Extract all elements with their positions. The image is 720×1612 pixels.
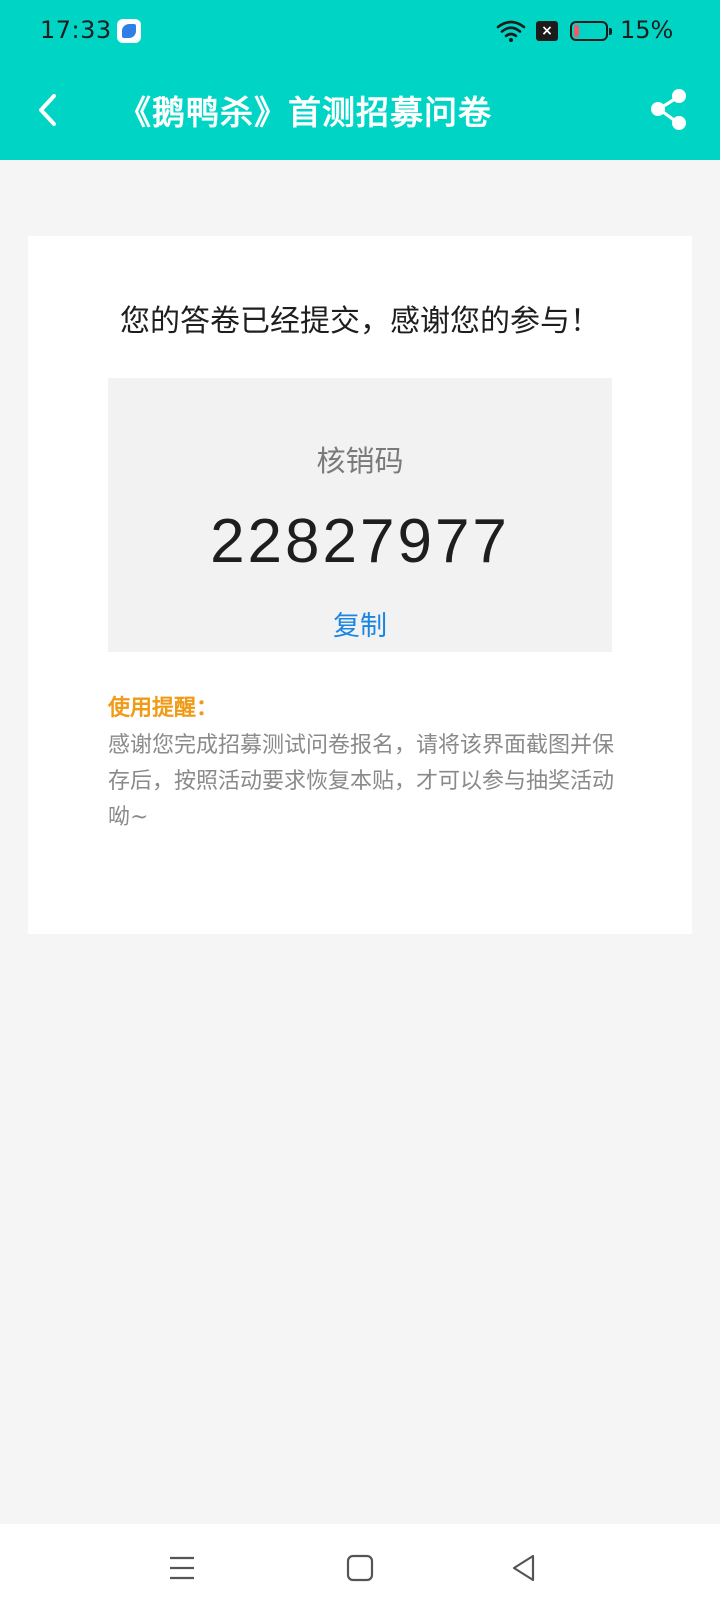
verification-code-box: 核销码 22827977 复制 bbox=[108, 378, 612, 652]
code-value: 22827977 bbox=[210, 507, 510, 576]
share-icon[interactable] bbox=[646, 86, 696, 136]
wifi-icon bbox=[496, 20, 526, 42]
sim-off-icon: × bbox=[536, 21, 558, 41]
app-header-area: 17:33 × 15% 《鹅鸭杀》首测招募问卷 bbox=[0, 0, 720, 160]
reminder-text: 感谢您完成招募测试问卷报名，请将该界面截图并保存后，按照活动要求恢复本贴，才可以… bbox=[108, 733, 615, 830]
status-bar: 17:33 × 15% bbox=[0, 0, 720, 66]
back-triangle-icon[interactable] bbox=[502, 1546, 546, 1590]
back-arrow-icon[interactable] bbox=[24, 80, 74, 140]
app-notification-icon bbox=[117, 19, 141, 43]
submission-card: 您的答卷已经提交，感谢您的参与！ 核销码 22827977 复制 使用提醒： 感… bbox=[28, 236, 692, 934]
success-message: 您的答卷已经提交，感谢您的参与！ bbox=[120, 304, 600, 339]
copy-button[interactable]: 复制 bbox=[310, 604, 410, 643]
battery-level bbox=[574, 25, 579, 37]
code-label: 核销码 bbox=[316, 444, 404, 478]
home-icon[interactable] bbox=[338, 1546, 382, 1590]
nav-bar: 《鹅鸭杀》首测招募问卷 bbox=[0, 66, 720, 160]
battery-icon bbox=[570, 21, 612, 41]
menu-icon[interactable] bbox=[160, 1546, 204, 1590]
page-title: 《鹅鸭杀》首测招募问卷 bbox=[118, 93, 492, 132]
battery-percent: 15% bbox=[620, 16, 674, 44]
status-time: 17:33 bbox=[40, 16, 112, 44]
system-navigation-bar bbox=[0, 1524, 720, 1612]
reminder-title: 使用提醒： bbox=[108, 695, 219, 721]
